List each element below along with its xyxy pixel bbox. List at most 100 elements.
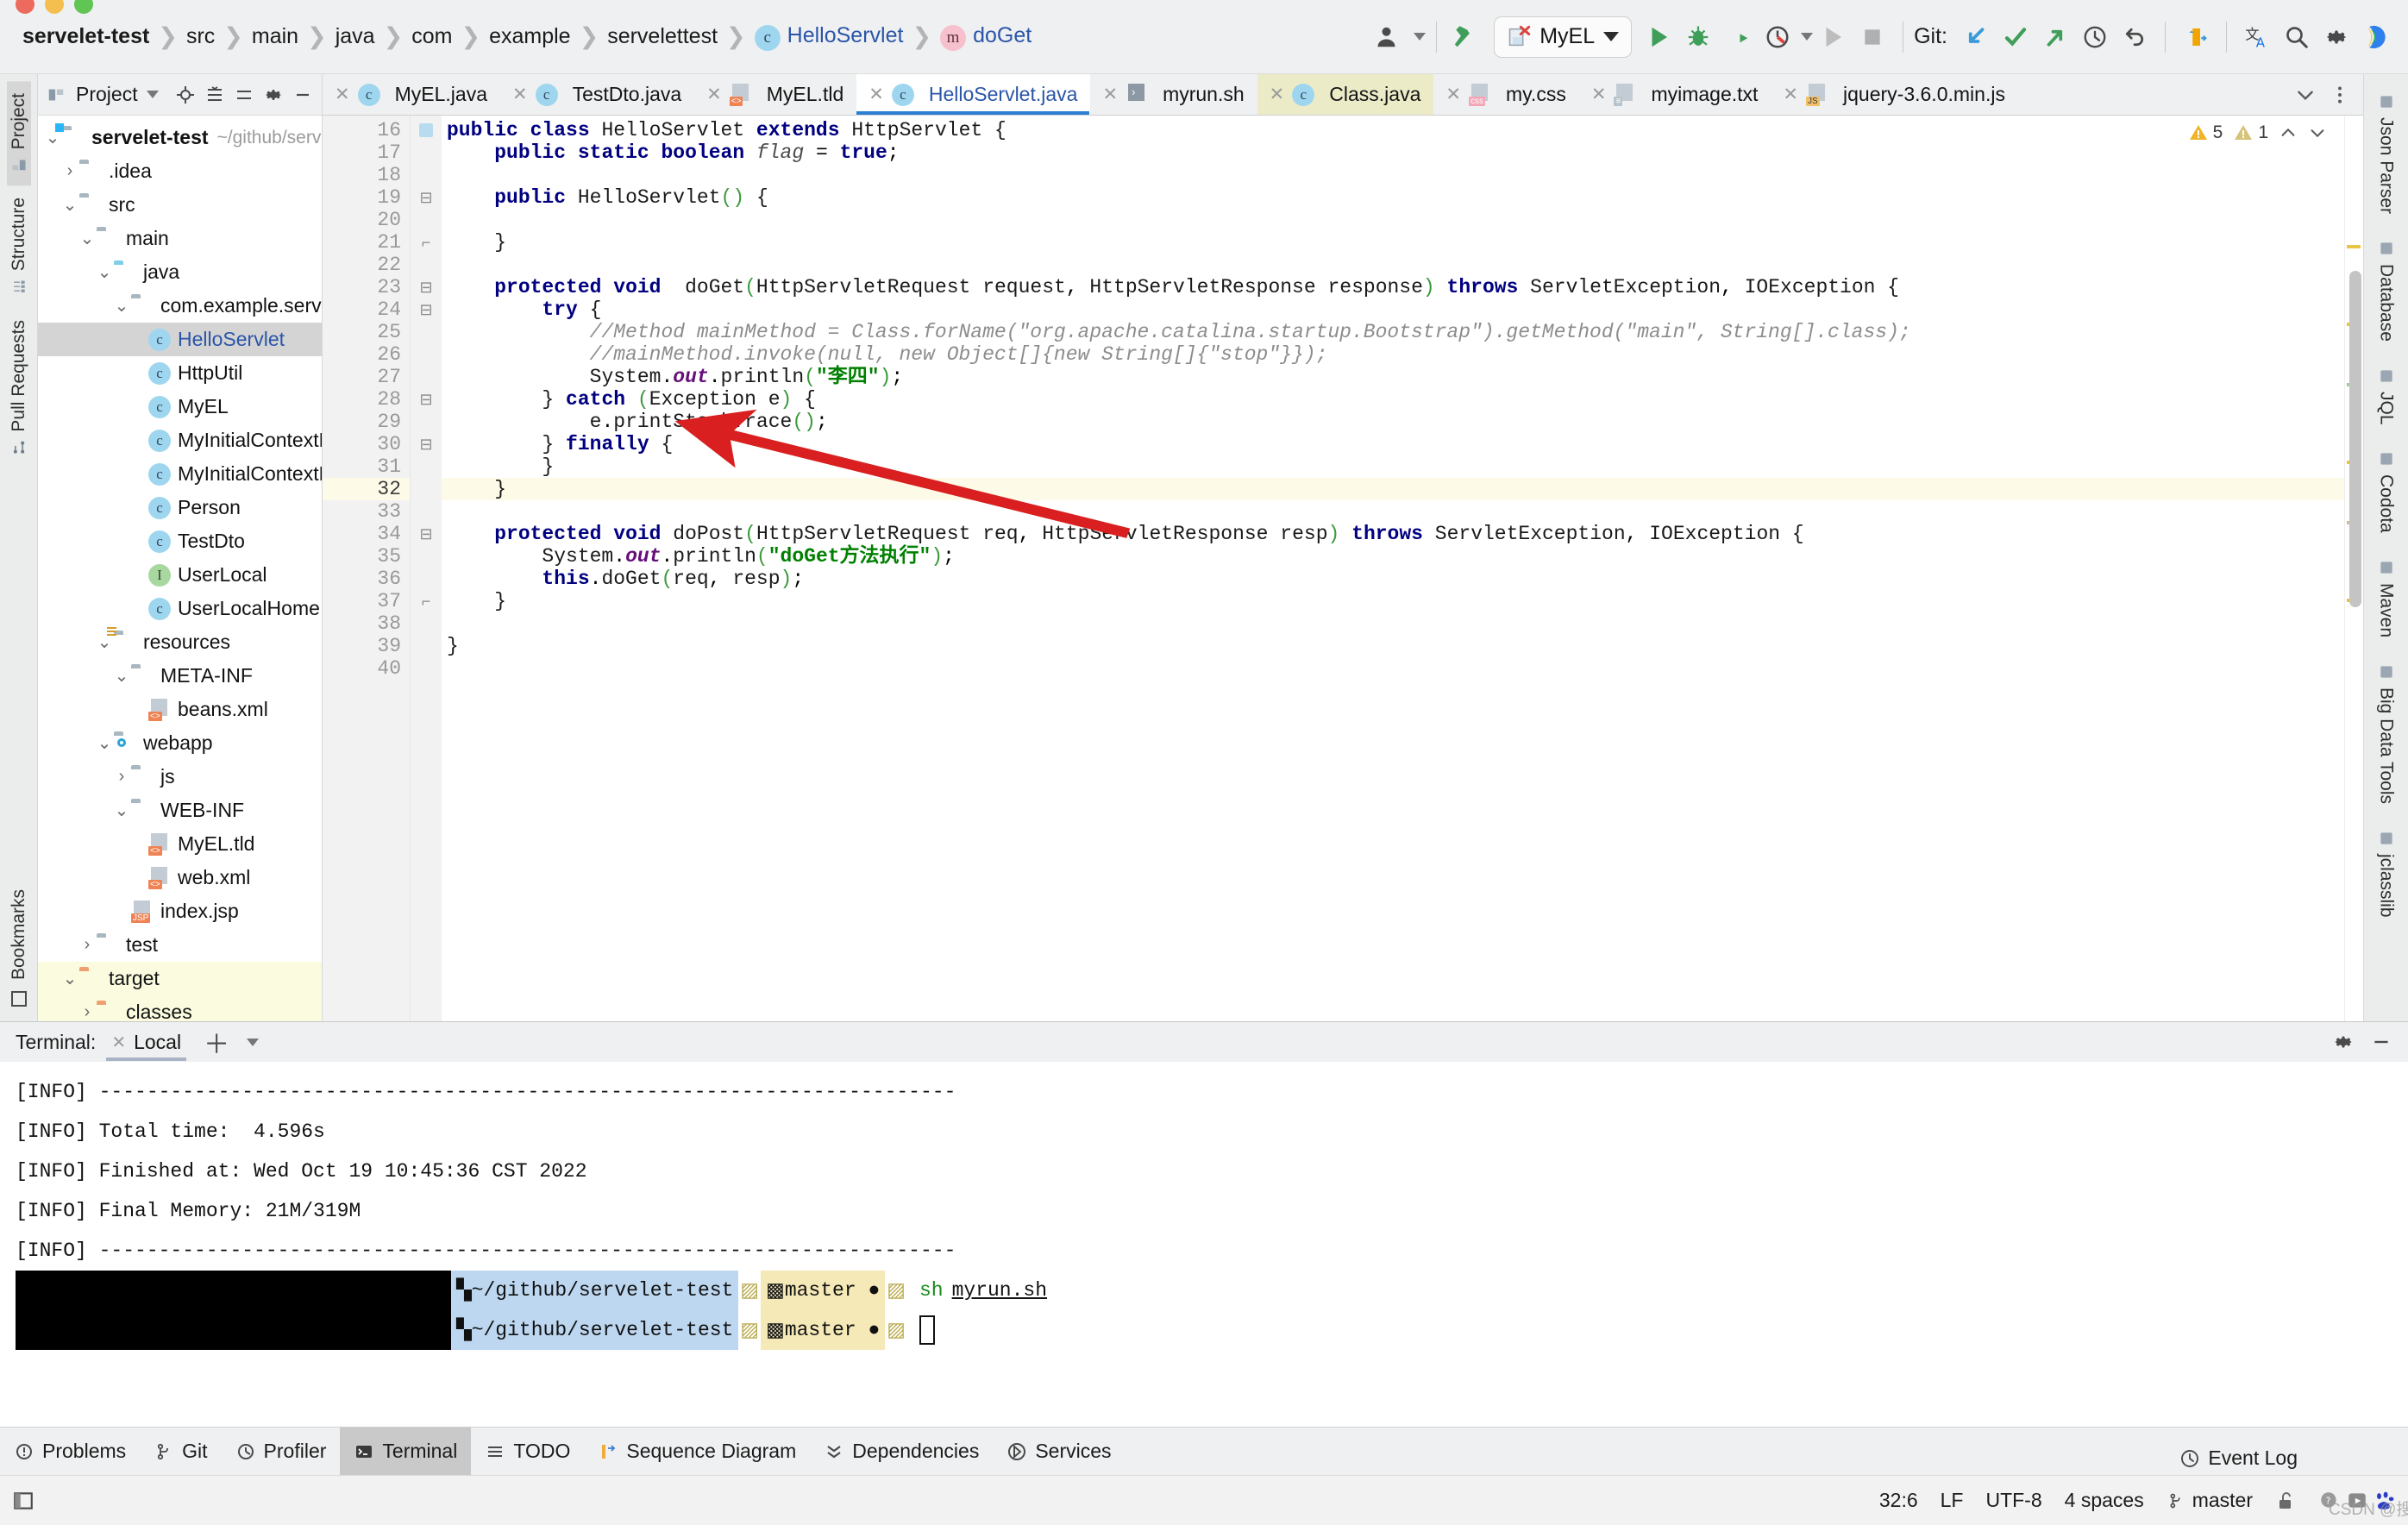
sidebar-item-bookmarks[interactable]: Bookmarks: [9, 889, 29, 980]
tree-node-servelet-test[interactable]: ⌄servelet-test~/github/servelet-test: [38, 121, 322, 154]
tree-node-myinitialcontextfactory[interactable]: cMyInitialContextFactory: [38, 424, 322, 457]
line-number[interactable]: 23: [323, 276, 410, 298]
close-icon[interactable]: ✕: [869, 84, 884, 105]
line-number[interactable]: 40: [323, 657, 410, 680]
line-number[interactable]: 30: [323, 433, 410, 455]
run-configuration-selector[interactable]: MyEL: [1494, 16, 1632, 58]
tree-node-target[interactable]: ⌄target: [38, 962, 322, 995]
tree-node-helloservlet[interactable]: cHelloServlet: [38, 323, 322, 356]
tool-window-sequence-diagram[interactable]: Sequence Diagram: [584, 1428, 810, 1475]
prompt-file[interactable]: myrun.sh: [944, 1271, 1047, 1310]
line-number[interactable]: 20: [323, 209, 410, 231]
profiler-button[interactable]: [1758, 17, 1797, 57]
tree-node-myel[interactable]: cMyEL: [38, 390, 322, 424]
tree-node-java[interactable]: ⌄java: [38, 255, 322, 289]
code-line[interactable]: System.out.println("doGet方法执行");: [442, 545, 2344, 568]
git-branch-widget[interactable]: master: [2167, 1489, 2253, 1512]
close-icon[interactable]: ✕: [1445, 84, 1461, 105]
line-separator[interactable]: LF: [1941, 1489, 1964, 1512]
chevron-down-icon[interactable]: ⌄: [112, 295, 131, 317]
indent-setting[interactable]: 4 spaces: [2065, 1489, 2144, 1512]
chevron-right-icon[interactable]: ›: [78, 1002, 97, 1021]
debug-button[interactable]: [1678, 17, 1718, 57]
tool-window-git[interactable]: Git: [140, 1428, 221, 1475]
right-tab-codota[interactable]: Codota: [2373, 440, 2400, 543]
tree-node-userlocal[interactable]: IUserLocal: [38, 558, 322, 592]
tree-node-web-xml[interactable]: <>web.xml: [38, 861, 322, 894]
code-line[interactable]: public class HelloServlet extends HttpSe…: [442, 119, 2344, 141]
code-line[interactable]: e.printStackTrace();: [442, 411, 2344, 433]
line-number[interactable]: 25: [323, 321, 410, 343]
tree-node-beans-xml[interactable]: <>beans.xml: [38, 693, 322, 726]
tool-window-problems[interactable]: Problems: [0, 1428, 140, 1475]
line-number[interactable]: 19: [323, 186, 410, 209]
editor-tab-helloservlet-java[interactable]: ✕cHelloServlet.java: [856, 74, 1090, 115]
chevron-down-icon[interactable]: ⌄: [112, 665, 131, 687]
code-line[interactable]: }: [442, 590, 2344, 612]
toggle-sidebar-icon[interactable]: [12, 1490, 34, 1512]
right-tab-jclasslib[interactable]: jclasslib: [2373, 819, 2400, 928]
chevron-right-icon[interactable]: ›: [78, 935, 97, 955]
right-tab-jql[interactable]: JQL: [2373, 357, 2400, 436]
code-line[interactable]: }: [442, 478, 2344, 500]
code-line[interactable]: }: [442, 635, 2344, 657]
chevron-down-icon[interactable]: [1603, 32, 1619, 41]
chevron-down-icon[interactable]: ⌄: [78, 228, 97, 249]
tool-window-dependencies[interactable]: Dependencies: [810, 1428, 993, 1475]
code-line[interactable]: [442, 500, 2344, 523]
code-line[interactable]: } finally {: [442, 433, 2344, 455]
breadcrumb-item-src[interactable]: src: [181, 24, 220, 49]
close-icon[interactable]: ✕: [335, 84, 350, 105]
locate-icon[interactable]: [175, 85, 196, 105]
user-avatar-icon[interactable]: [1369, 17, 1408, 57]
tree-node-com-example-servelettest[interactable]: ⌄com.example.servelettest: [38, 289, 322, 323]
close-icon[interactable]: ✕: [512, 84, 528, 105]
history-icon[interactable]: [2075, 17, 2115, 57]
close-icon[interactable]: ✕: [1102, 84, 1118, 105]
tree-node--idea[interactable]: ›.idea: [38, 154, 322, 188]
tree-node-resources[interactable]: ⌄resources: [38, 625, 322, 659]
push-icon[interactable]: [2035, 17, 2075, 57]
fold-marker[interactable]: ⊟: [411, 298, 442, 321]
line-number[interactable]: 18: [323, 164, 410, 186]
window-controls[interactable]: [16, 0, 93, 14]
add-tab-icon[interactable]: ＋: [204, 1023, 229, 1061]
code-folding-gutter[interactable]: ⊟⌐⊟⊟⊟⊟⊟⌐: [411, 116, 442, 1021]
line-number[interactable]: 37: [323, 590, 410, 612]
code-line[interactable]: [442, 612, 2344, 635]
line-number[interactable]: 38: [323, 612, 410, 635]
settings-gear-icon[interactable]: [2317, 17, 2356, 57]
close-window-button[interactable]: [16, 0, 34, 14]
sidebar-item-structure[interactable]: Structure: [7, 185, 31, 307]
code-line[interactable]: [442, 254, 2344, 276]
line-number[interactable]: 24: [323, 298, 410, 321]
breadcrumb-item-example[interactable]: example: [484, 24, 576, 49]
breadcrumb-item-servelettest[interactable]: servelettest: [602, 24, 723, 49]
breadcrumb-item-helloservlet[interactable]: cHelloServlet: [749, 23, 909, 51]
run-with-coverage-button[interactable]: [1718, 17, 1758, 57]
minimize-window-button[interactable]: [45, 0, 64, 14]
tool-window-services[interactable]: Services: [993, 1428, 1125, 1475]
tree-node-myel-tld[interactable]: <>MyEL.tld: [38, 827, 322, 861]
editor-tabs[interactable]: ✕cMyEL.java✕cTestDto.java✕<>MyEL.tld✕cHe…: [323, 74, 2363, 116]
close-icon[interactable]: ✕: [1270, 84, 1285, 105]
chevron-right-icon[interactable]: ›: [60, 161, 79, 181]
user-menu-caret-icon[interactable]: [1414, 33, 1426, 41]
line-number[interactable]: 32: [323, 478, 410, 500]
terminal-prompt-line[interactable]: ▚~/github/servelet-test▨▩master ●▨shmyru…: [16, 1271, 2408, 1310]
tree-node-person[interactable]: cPerson: [38, 491, 322, 524]
chevron-right-icon[interactable]: ›: [112, 767, 131, 787]
tree-node-httputil[interactable]: cHttpUtil: [38, 356, 322, 390]
tree-node-classes[interactable]: ›classes: [38, 995, 322, 1021]
unlocked-icon[interactable]: [2275, 1490, 2296, 1511]
right-tab-big-data-tools[interactable]: Big Data Tools: [2373, 653, 2400, 814]
code-line[interactable]: [442, 209, 2344, 231]
build-hammer-icon[interactable]: [1447, 17, 1487, 57]
line-number[interactable]: 39: [323, 635, 410, 657]
fold-marker[interactable]: ⊟: [411, 388, 442, 411]
chevron-down-icon[interactable]: [247, 1039, 259, 1046]
code-line[interactable]: public static boolean flag = true;: [442, 141, 2344, 164]
line-number[interactable]: 27: [323, 366, 410, 388]
profiler-caret-icon[interactable]: [1801, 33, 1813, 41]
inspection-widget[interactable]: 5 1: [2188, 122, 2327, 143]
